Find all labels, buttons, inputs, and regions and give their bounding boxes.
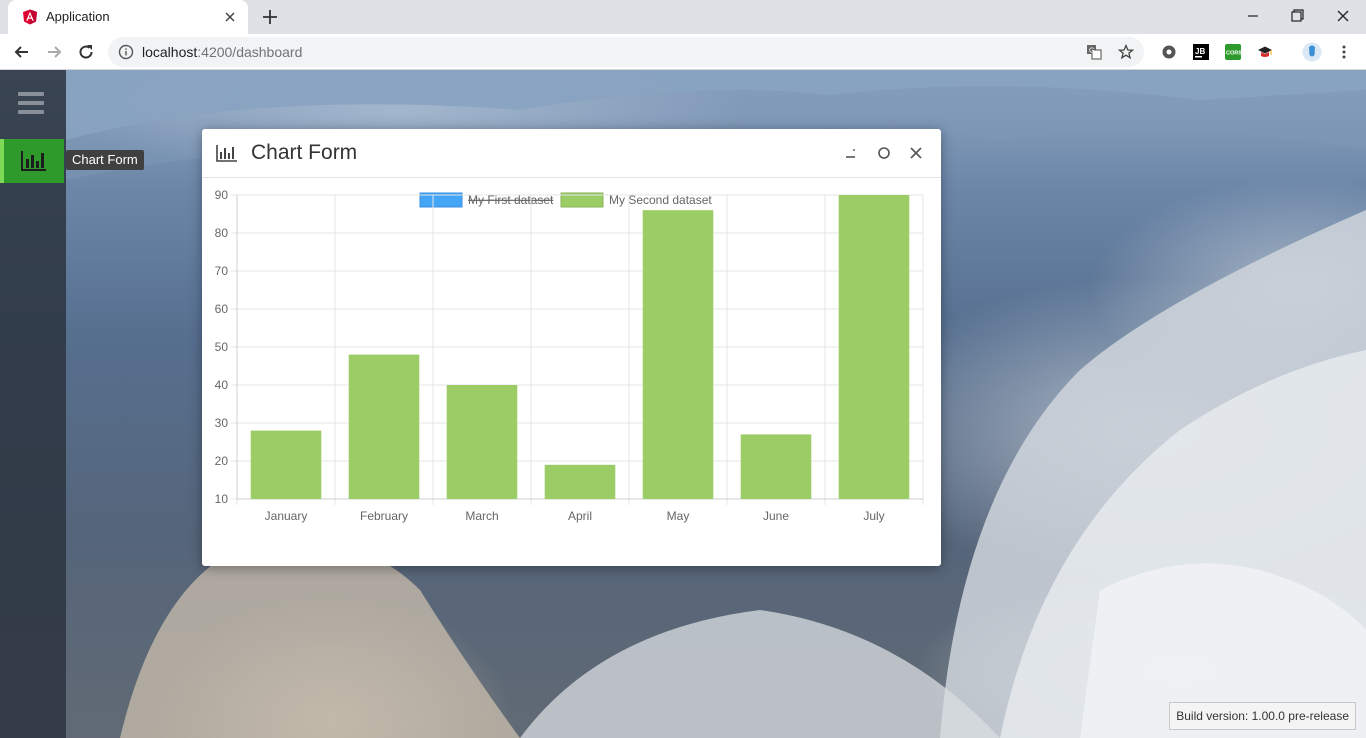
bar-february[interactable] bbox=[348, 354, 420, 499]
bar-may[interactable] bbox=[642, 210, 714, 499]
window-minimize-icon[interactable] bbox=[1238, 4, 1268, 28]
dialog-title: Chart Form bbox=[251, 141, 358, 164]
maximize-icon[interactable] bbox=[874, 143, 894, 163]
bar-july[interactable] bbox=[838, 195, 910, 499]
translate-icon[interactable]: G bbox=[1086, 44, 1102, 60]
site-info-icon[interactable] bbox=[118, 44, 134, 60]
sidebar-item-chart-form[interactable] bbox=[0, 139, 64, 183]
chart-grid bbox=[231, 194, 924, 505]
x-tick-label: March bbox=[465, 509, 498, 523]
reload-icon[interactable] bbox=[76, 42, 96, 62]
y-tick-label: 20 bbox=[215, 454, 229, 468]
cors-extension-icon[interactable]: CORS bbox=[1225, 44, 1241, 60]
address-bar[interactable]: localhost:4200/dashboard G bbox=[108, 37, 1144, 67]
menu-kebab-icon[interactable] bbox=[1336, 44, 1352, 60]
x-tick-label: January bbox=[265, 509, 308, 523]
y-tick-label: 60 bbox=[215, 302, 229, 316]
jetbrains-ide-icon[interactable]: JB bbox=[1193, 44, 1209, 60]
window-close-icon[interactable] bbox=[1328, 4, 1358, 28]
new-tab-icon[interactable] bbox=[260, 8, 280, 26]
bar-march[interactable] bbox=[446, 385, 518, 499]
forward-arrow-icon[interactable] bbox=[44, 42, 64, 62]
user-profile-icon[interactable] bbox=[1302, 42, 1322, 62]
build-version-label: Build version: 1.00.0 pre-release bbox=[1169, 702, 1356, 730]
x-tick-label: February bbox=[360, 509, 408, 523]
minimize-icon[interactable] bbox=[841, 143, 861, 163]
hamburger-icon[interactable] bbox=[18, 92, 44, 114]
tab-close-icon[interactable] bbox=[222, 9, 238, 25]
x-tick-label: May bbox=[667, 509, 690, 523]
svg-text:G: G bbox=[1089, 47, 1094, 54]
y-tick-label: 10 bbox=[215, 492, 229, 506]
graduation-cap-icon[interactable] bbox=[1257, 44, 1273, 60]
url-text: localhost:4200/dashboard bbox=[142, 44, 303, 60]
bookmark-star-icon[interactable] bbox=[1118, 44, 1134, 60]
x-tick-label: July bbox=[863, 509, 884, 523]
bar-chart-icon bbox=[216, 145, 237, 162]
browser-tab[interactable]: Application bbox=[8, 0, 248, 34]
close-icon[interactable] bbox=[906, 143, 926, 163]
chart-form-dialog: Chart Form My First dataset My Second dat… bbox=[202, 129, 941, 566]
window-restore-icon[interactable] bbox=[1282, 4, 1312, 28]
bar-chart: My First dataset My Second dataset 908070… bbox=[215, 188, 924, 523]
bar-june[interactable] bbox=[740, 434, 812, 499]
x-tick-label: April bbox=[568, 509, 592, 523]
back-arrow-icon[interactable] bbox=[12, 42, 32, 62]
sidebar bbox=[0, 70, 66, 738]
y-tick-label: 90 bbox=[215, 188, 229, 202]
y-tick-label: 40 bbox=[215, 378, 229, 392]
bar-chart-icon bbox=[21, 151, 46, 171]
svg-text:CORS: CORS bbox=[1226, 51, 1241, 57]
sidebar-tooltip: Chart Form bbox=[66, 150, 144, 170]
dialog-header[interactable]: Chart Form bbox=[202, 129, 941, 178]
bar-january[interactable] bbox=[250, 430, 322, 499]
app-page: Chart Form Chart Form My First dataset M… bbox=[0, 70, 1366, 738]
y-tick-label: 80 bbox=[215, 226, 229, 240]
x-tick-label: June bbox=[763, 509, 789, 523]
bar-april[interactable] bbox=[544, 464, 616, 499]
tab-title: Application bbox=[46, 9, 110, 24]
angular-favicon-icon bbox=[23, 9, 37, 25]
browser-toolbar: localhost:4200/dashboard G JB CORS bbox=[0, 34, 1366, 70]
settings-gear-icon[interactable] bbox=[1161, 44, 1177, 60]
y-tick-label: 70 bbox=[215, 264, 229, 278]
svg-text:JB: JB bbox=[1195, 47, 1205, 56]
y-tick-label: 30 bbox=[215, 416, 229, 430]
y-tick-label: 50 bbox=[215, 340, 229, 354]
browser-tab-strip: Application bbox=[0, 0, 1366, 34]
